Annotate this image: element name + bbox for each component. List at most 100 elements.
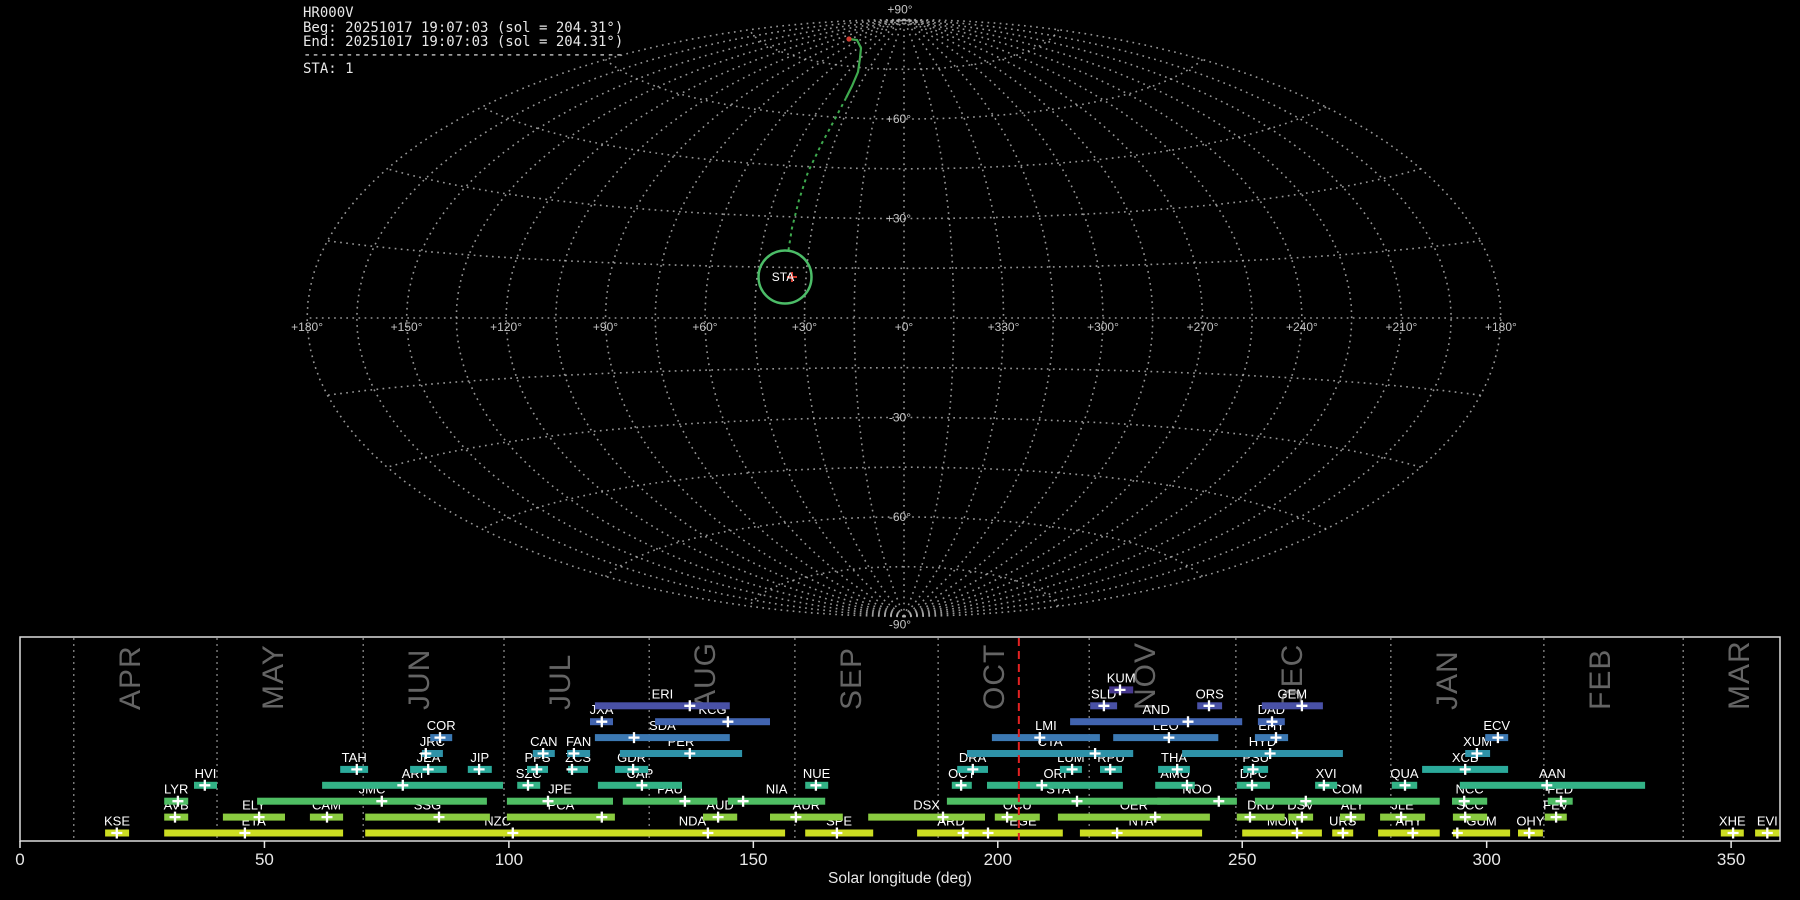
- x-tick-label: 0: [15, 850, 24, 869]
- shower-bar: [1058, 814, 1210, 821]
- sky-lon-label: +270°: [1187, 320, 1219, 334]
- month-label: OCT: [978, 644, 1011, 710]
- sky-lon-label: +30°: [792, 320, 817, 334]
- header-title: HR000V: [303, 5, 354, 21]
- shower-bar: [987, 782, 1123, 789]
- shower-code-label: FAN: [566, 734, 591, 749]
- header-sta-count: STA: 1: [303, 61, 354, 77]
- shower-bar: [507, 798, 613, 805]
- sky-lon-label: +150°: [391, 320, 423, 334]
- shower-HVI: HVI: [194, 766, 217, 791]
- shower-bar: [1070, 718, 1242, 725]
- shower-code-label: QUA: [1390, 766, 1419, 781]
- shower-CAN: CAN: [530, 734, 557, 759]
- shower-code-label: DSX: [913, 798, 940, 813]
- shower-code-label: KSE: [104, 814, 130, 829]
- sky-lon-label: +60°: [692, 320, 717, 334]
- shower-KSE: KSE: [104, 814, 130, 839]
- shower-code-label: KUM: [1107, 670, 1136, 685]
- sky-lat-label: -60°: [889, 510, 911, 524]
- month-label: JUL: [544, 654, 577, 710]
- shower-bar: [1157, 798, 1237, 805]
- shower-code-label: AND: [1142, 702, 1169, 717]
- shower-bar: [600, 830, 785, 837]
- shower-code-label: ORS: [1196, 686, 1225, 701]
- shower-code-label: OHY: [1516, 814, 1545, 829]
- shower-bar: [595, 702, 730, 709]
- shower-bar: [623, 798, 717, 805]
- scene-svg: +180°+150°+120°+90°+60°+30°+0°+330°+300°…: [0, 0, 1800, 900]
- trajectory-start-dot: [846, 36, 851, 41]
- sky-lat-label: +30°: [886, 212, 911, 226]
- x-axis-title: Solar longitude (deg): [828, 870, 972, 887]
- sky-lon-label: +90°: [593, 320, 618, 334]
- shower-bar: [595, 734, 730, 741]
- month-label: AUG: [689, 642, 722, 710]
- background: [0, 0, 1800, 900]
- sky-lon-label: +210°: [1385, 320, 1417, 334]
- shower-bar: [365, 814, 490, 821]
- shower-code-label: XHE: [1719, 814, 1746, 829]
- shower-bar: [917, 830, 985, 837]
- shower-code-label: LMI: [1035, 718, 1057, 733]
- shower-code-label: HVI: [195, 766, 217, 781]
- shower-code-label: AAN: [1539, 766, 1566, 781]
- shower-bar: [164, 830, 343, 837]
- shower-code-label: GEM: [1277, 686, 1307, 701]
- shower-code-label: NUE: [803, 766, 831, 781]
- shower-bar: [995, 814, 1040, 821]
- shower-code-label: ECV: [1483, 718, 1510, 733]
- shower-code-label: NIA: [766, 782, 788, 797]
- month-label: SEP: [835, 647, 868, 710]
- sky-lat-label: +60°: [886, 112, 911, 126]
- shower-code-label: LYR: [164, 782, 188, 797]
- sta-label: STA: [772, 270, 794, 284]
- sky-lon-label: +180°: [291, 320, 323, 334]
- month-label: MAR: [1723, 640, 1756, 710]
- month-label: APR: [114, 645, 147, 710]
- shower-code-label: NDA: [679, 814, 707, 829]
- sky-lon-label: +180°: [1485, 320, 1517, 334]
- shower-bar: [322, 782, 503, 789]
- shower-bar: [655, 718, 770, 725]
- sky-lat-label: +90°: [887, 3, 912, 17]
- shower-bar: [868, 814, 985, 821]
- shower-XVI: XVI: [1315, 766, 1337, 791]
- shower-LYR: LYR: [164, 782, 188, 807]
- x-tick-label: 50: [255, 850, 274, 869]
- shower-FAN: FAN: [566, 734, 591, 759]
- sky-lat-label: -90°: [889, 618, 911, 632]
- month-label: JUN: [403, 649, 436, 710]
- shower-bar: [257, 798, 487, 805]
- shower-code-label: JPE: [548, 782, 572, 797]
- shower-bar: [1182, 750, 1343, 757]
- shower-KUM: KUM: [1107, 670, 1136, 695]
- shower-code-label: XVI: [1316, 766, 1337, 781]
- shower-EVI: EVI: [1755, 814, 1779, 839]
- shower-code-label: ERI: [652, 686, 674, 701]
- x-tick-label: 250: [1228, 850, 1256, 869]
- sky-lat-label: -30°: [889, 411, 911, 425]
- x-tick-label: 200: [984, 850, 1012, 869]
- shower-ORS: ORS: [1196, 686, 1225, 711]
- month-label: FEB: [1584, 649, 1617, 710]
- shower-QUA: QUA: [1390, 766, 1419, 791]
- shower-bar: [967, 750, 1133, 757]
- screenshot-root: +180°+150°+120°+90°+60°+30°+0°+330°+300°…: [0, 0, 1800, 900]
- shower-JIP: JIP: [468, 750, 492, 775]
- shower-bar: [1255, 798, 1440, 805]
- month-label: JAN: [1431, 650, 1464, 710]
- shower-NUE: NUE: [803, 766, 831, 791]
- shower-ECV: ECV: [1483, 718, 1510, 743]
- shower-bar: [1460, 782, 1645, 789]
- x-tick-label: 300: [1472, 850, 1500, 869]
- shower-COR: COR: [427, 718, 456, 743]
- shower-code-label: JIP: [470, 750, 489, 765]
- shower-bar: [1242, 830, 1322, 837]
- sky-lon-label: +300°: [1087, 320, 1119, 334]
- shower-OHY: OHY: [1516, 814, 1545, 839]
- x-tick-label: 150: [739, 850, 767, 869]
- sky-lon-label: +120°: [490, 320, 522, 334]
- shower-bar: [620, 750, 742, 757]
- shower-bar: [365, 830, 630, 837]
